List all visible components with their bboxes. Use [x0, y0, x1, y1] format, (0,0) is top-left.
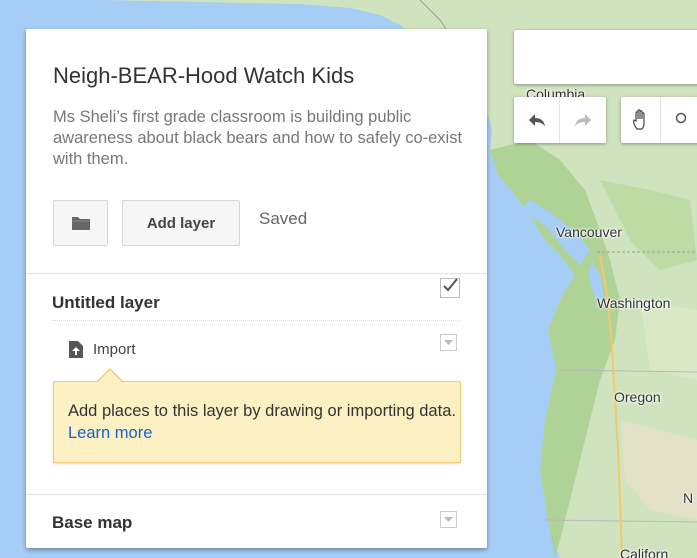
learn-more-link[interactable]: Learn more	[68, 424, 152, 442]
import-file-icon	[69, 340, 83, 358]
import-options-chevron-down-icon[interactable]	[440, 334, 457, 351]
redo-icon	[575, 114, 591, 126]
import-label: Import	[93, 340, 136, 358]
import-link[interactable]: Import	[68, 337, 136, 361]
layer-name[interactable]: Untitled layer	[52, 293, 160, 313]
checkmark-icon	[443, 278, 458, 292]
marker-tool-button[interactable]	[661, 97, 697, 143]
open-folder-button[interactable]	[53, 200, 108, 246]
undo-redo-group	[514, 97, 606, 143]
map-description[interactable]: Ms Sheli’s first grade classroom is buil…	[53, 107, 463, 170]
base-map-chevron-down-icon[interactable]	[440, 511, 457, 528]
hint-pointer-fill	[97, 370, 123, 383]
search-input[interactable]	[514, 30, 697, 84]
divider	[26, 494, 487, 495]
base-map-label[interactable]: Base map	[52, 513, 132, 533]
undo-icon	[528, 114, 545, 126]
hint-text: Add places to this layer by drawing or i…	[68, 402, 456, 420]
map-label-oregon: Oregon	[614, 389, 661, 405]
layer-visibility-checkbox[interactable]	[440, 278, 460, 298]
undo-button[interactable]	[514, 97, 560, 143]
map-label-nevada: N	[683, 490, 694, 506]
add-layer-button[interactable]: Add layer	[122, 200, 240, 246]
pan-tool-button[interactable]	[621, 97, 662, 143]
map-title[interactable]: Neigh-BEAR-Hood Watch Kids	[53, 63, 354, 89]
save-status: Saved	[259, 209, 308, 228]
layer-hint-box: Add places to this layer by drawing or i…	[53, 381, 461, 463]
map-editor-panel: Neigh-BEAR-Hood Watch Kids Ms Sheli’s fi…	[26, 29, 487, 548]
divider	[26, 273, 487, 274]
marker-icon	[675, 112, 687, 124]
redo-button[interactable]	[560, 97, 606, 143]
folder-icon	[71, 217, 90, 230]
map-label-vancouver: Vancouver	[556, 224, 622, 240]
hand-icon	[632, 109, 645, 130]
map-label-washington: Washington	[597, 295, 671, 311]
tools-group	[621, 97, 697, 143]
map-label-california: Californ	[620, 546, 669, 558]
divider	[52, 320, 460, 321]
